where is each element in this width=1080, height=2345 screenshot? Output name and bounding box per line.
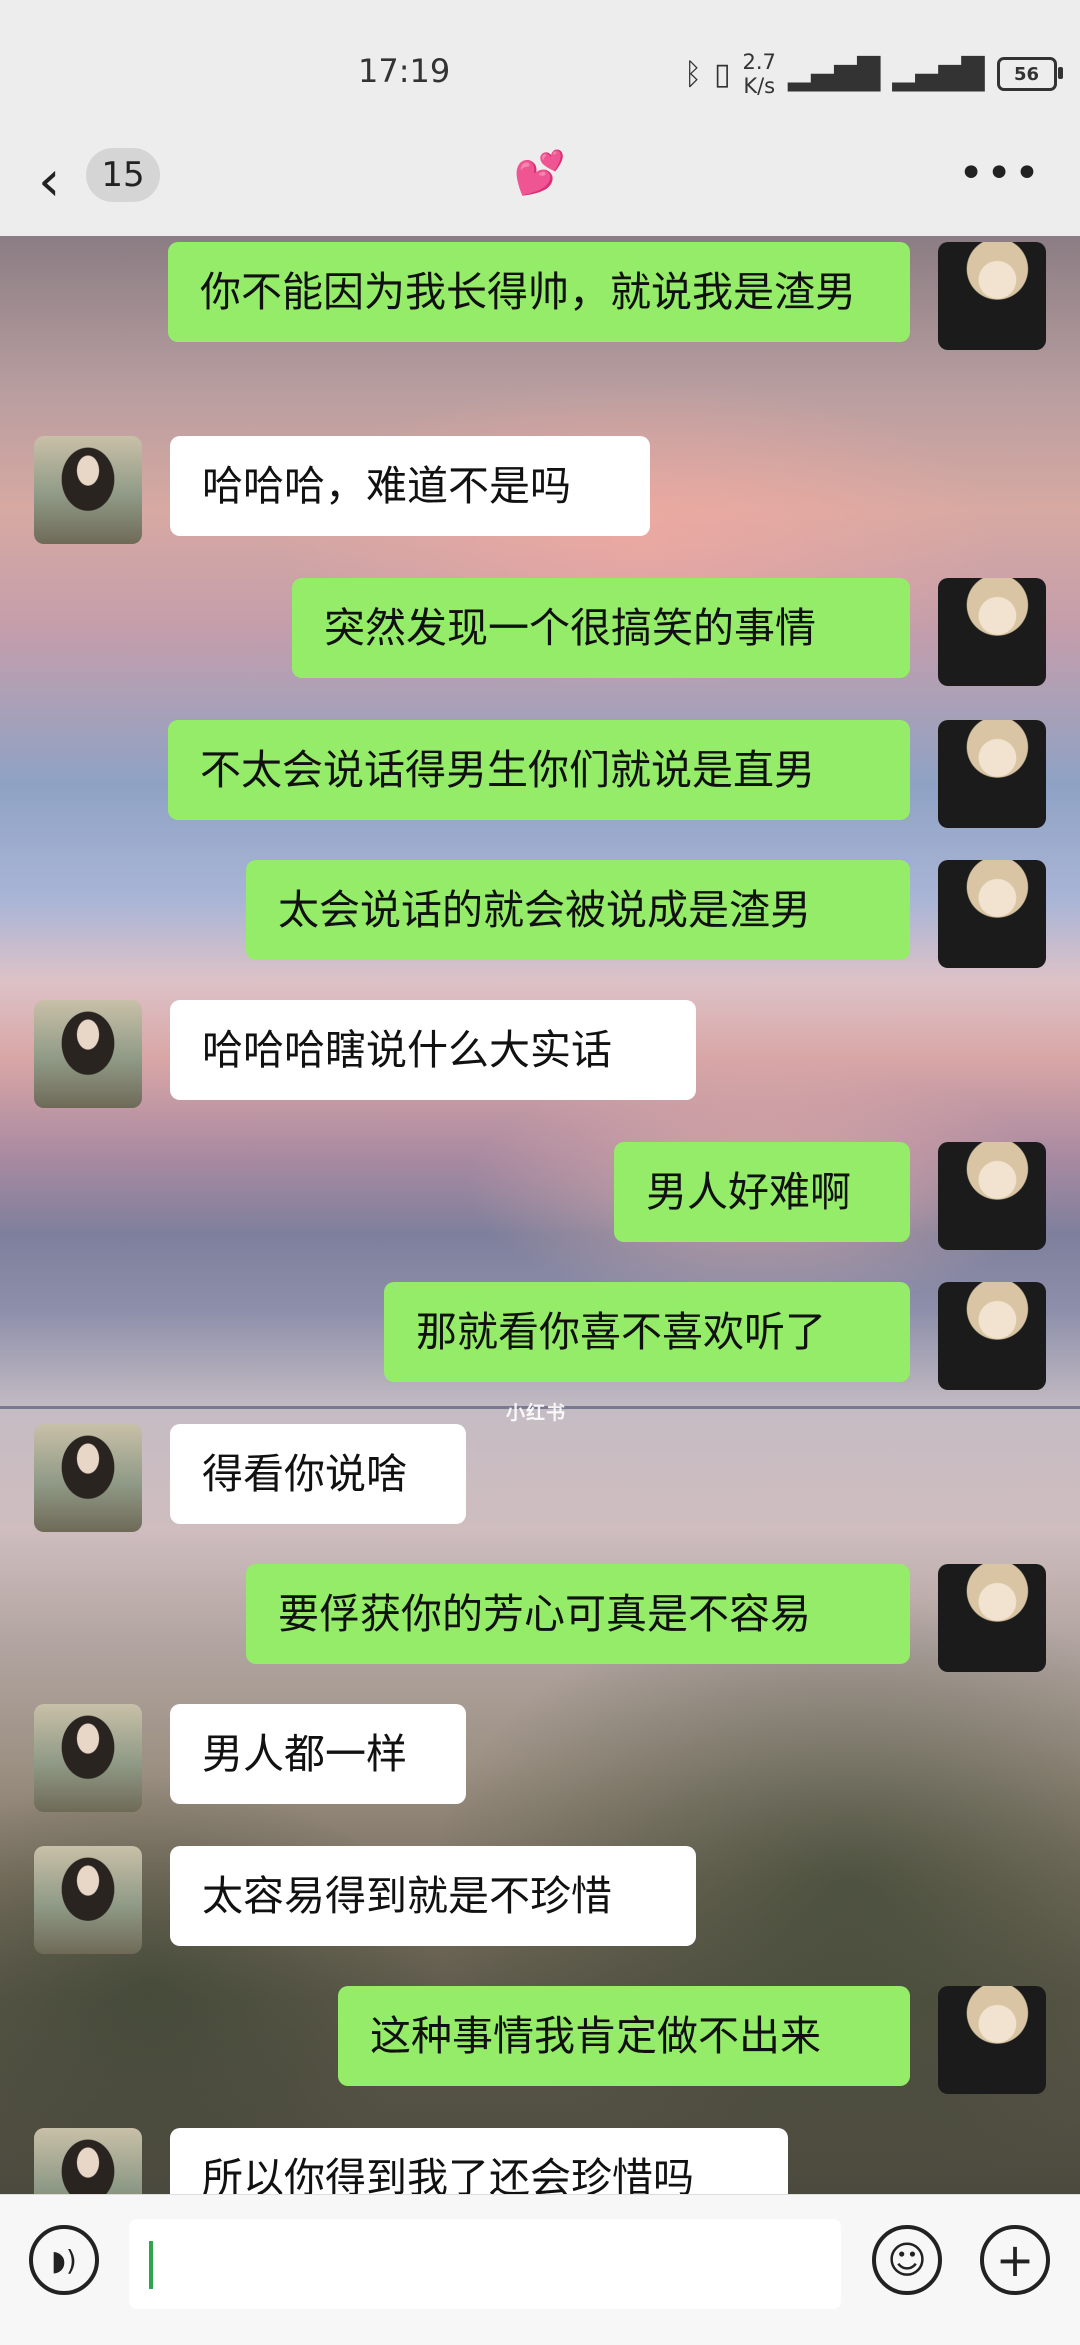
unread-count-badge[interactable]: 15	[86, 148, 160, 202]
avatar-contact[interactable]	[34, 436, 142, 544]
chat-message-list[interactable]: 小红书 你不能因为我长得帅，就说我是渣男 哈哈哈，难道不是吗 突然发现一个很搞笑…	[0, 236, 1080, 2194]
status-bar: 17:19 ᛒ ▯ 2.7 K/s ▂▄▆█ ▂▄▆█ 56	[0, 0, 1080, 140]
avatar-contact[interactable]	[34, 2128, 142, 2194]
avatar-self[interactable]	[938, 242, 1046, 350]
message-bubble-sent[interactable]: 那就看你喜不喜欢听了	[384, 1282, 910, 1382]
battery-level: 56	[1013, 63, 1040, 85]
plus-icon[interactable]: +	[980, 2225, 1050, 2295]
avatar-self[interactable]	[938, 1282, 1046, 1390]
message-bubble-sent[interactable]: 男人好难啊	[614, 1142, 910, 1242]
emoji-icon[interactable]: ☺	[872, 2225, 942, 2295]
message-bubble-received[interactable]: 得看你说啥	[170, 1424, 466, 1524]
voice-icon[interactable]: ◗)	[29, 2225, 99, 2295]
vibrate-icon: ▯	[714, 56, 731, 92]
avatar-self[interactable]	[938, 1564, 1046, 1672]
message-bubble-sent[interactable]: 突然发现一个很搞笑的事情	[292, 578, 910, 678]
message-bubble-received[interactable]: 哈哈哈，难道不是吗	[170, 436, 650, 536]
more-dots-icon[interactable]: •••	[958, 140, 1042, 206]
message-bubble-sent[interactable]: 不太会说话得男生你们就说是直男	[168, 720, 910, 820]
message-input[interactable]	[129, 2219, 841, 2309]
watermark: 小红书	[506, 1402, 567, 1424]
chat-header: ‹ 15 💕 •••	[0, 140, 1080, 236]
message-bubble-received[interactable]: 男人都一样	[170, 1704, 466, 1804]
signal-5g-icon: ▂▄▆█	[787, 56, 881, 92]
avatar-self[interactable]	[938, 578, 1046, 686]
signal-5g-icon: ▂▄▆█	[892, 56, 985, 92]
chevron-left-icon[interactable]: ‹	[38, 152, 60, 212]
avatar-self[interactable]	[938, 860, 1046, 968]
text-caret	[149, 2241, 153, 2289]
avatar-self[interactable]	[938, 1142, 1046, 1250]
status-time: 17:19	[358, 52, 451, 90]
message-bubble-sent[interactable]: 太会说话的就会被说成是渣男	[246, 860, 910, 960]
input-bar: ◗) ☺ +	[0, 2194, 1080, 2345]
avatar-self[interactable]	[938, 720, 1046, 828]
message-bubble-sent[interactable]: 这种事情我肯定做不出来	[338, 1986, 910, 2086]
message-bubble-received[interactable]: 所以你得到我了还会珍惜吗	[170, 2128, 788, 2194]
avatar-contact[interactable]	[34, 1846, 142, 1954]
message-bubble-sent[interactable]: 要俘获你的芳心可真是不容易	[246, 1564, 910, 1664]
message-bubble-received[interactable]: 哈哈哈瞎说什么大实话	[170, 1000, 696, 1100]
message-bubble-sent[interactable]: 你不能因为我长得帅，就说我是渣男	[168, 242, 910, 342]
net-speed: 2.7 K/s	[743, 50, 776, 98]
message-bubble-received[interactable]: 太容易得到就是不珍惜	[170, 1846, 696, 1946]
avatar-self[interactable]	[938, 1986, 1046, 2094]
status-icons: ᛒ ▯ 2.7 K/s ▂▄▆█ ▂▄▆█ 56	[684, 50, 1063, 98]
net-speed-unit: K/s	[743, 74, 776, 98]
bluetooth-icon: ᛒ	[684, 56, 702, 92]
avatar-contact[interactable]	[34, 1704, 142, 1812]
chat-title: 💕	[513, 148, 567, 197]
battery-icon: 56	[996, 57, 1063, 91]
avatar-contact[interactable]	[34, 1000, 142, 1108]
avatar-contact[interactable]	[34, 1424, 142, 1532]
net-speed-value: 2.7	[742, 50, 776, 74]
